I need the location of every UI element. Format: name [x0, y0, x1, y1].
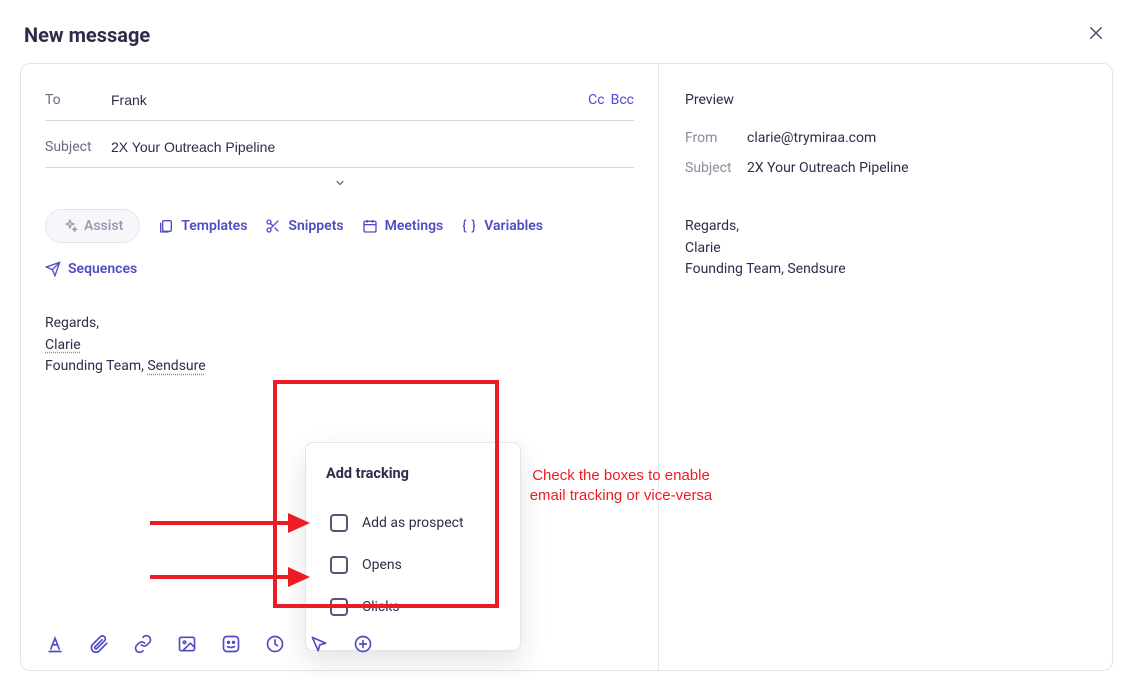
link-icon [133, 634, 153, 654]
track-opens-option[interactable]: Opens [326, 544, 500, 586]
tracking-popover: Add tracking Add as prospect Opens Click… [305, 442, 521, 651]
subject-row: Subject [45, 131, 634, 168]
subject-label: Subject [45, 139, 93, 155]
assist-button[interactable]: Assist [45, 209, 140, 243]
signature-name: Clarie [45, 337, 81, 353]
insert-image-button[interactable] [177, 634, 197, 654]
compose-card: To Cc Bcc Subject Assist Templates [20, 63, 1113, 671]
sequences-label: Sequences [68, 261, 137, 277]
preview-regards: Regards, [685, 216, 1086, 238]
bottom-actionbar [45, 634, 373, 654]
cursor-button[interactable] [309, 634, 329, 654]
templates-label: Templates [181, 218, 247, 234]
paperclip-icon [89, 634, 109, 654]
preview-from-label: From [685, 130, 747, 146]
templates-icon [158, 218, 174, 234]
sparkle-icon [62, 218, 78, 234]
page-title: New message [24, 23, 150, 47]
subject-input[interactable] [111, 139, 634, 155]
calendar-icon [362, 218, 378, 234]
close-icon [1087, 24, 1105, 42]
signature-regards: Regards, [45, 313, 634, 335]
clock-icon [265, 634, 285, 654]
templates-button[interactable]: Templates [158, 218, 247, 234]
send-icon [45, 261, 61, 277]
signature-team: Founding Team, [45, 358, 147, 374]
compose-pane: To Cc Bcc Subject Assist Templates [21, 64, 658, 670]
text-format-icon [45, 634, 65, 654]
track-clicks-label: Clicks [362, 599, 400, 615]
add-as-prospect-label: Add as prospect [362, 515, 464, 531]
insert-toolbar: Assist Templates Snippets Meetings Varia… [45, 195, 634, 285]
email-body[interactable]: Regards, Clarie Founding Team, Sendsure [45, 285, 634, 378]
preview-name: Clarie [685, 238, 1086, 260]
sequences-button[interactable]: Sequences [45, 261, 137, 277]
add-as-prospect-option[interactable]: Add as prospect [326, 502, 500, 544]
to-input[interactable] [111, 92, 570, 108]
chevron-down-icon [334, 177, 346, 189]
checkbox-unchecked-icon[interactable] [330, 514, 348, 532]
attach-button[interactable] [89, 634, 109, 654]
to-label: To [45, 92, 93, 108]
emoji-icon [221, 634, 241, 654]
close-button[interactable] [1083, 20, 1109, 49]
checkbox-unchecked-icon[interactable] [330, 556, 348, 574]
track-clicks-option[interactable]: Clicks [326, 586, 500, 628]
plus-circle-icon [353, 634, 373, 654]
snippets-label: Snippets [288, 218, 343, 234]
schedule-button[interactable] [265, 634, 285, 654]
preview-title: Preview [685, 92, 1086, 108]
track-opens-label: Opens [362, 557, 402, 573]
scissors-icon [265, 218, 281, 234]
tracking-popover-title: Add tracking [326, 465, 500, 482]
meetings-button[interactable]: Meetings [362, 218, 444, 234]
cc-link[interactable]: Cc [588, 92, 604, 108]
preview-body: Regards, Clarie Founding Team, Sendsure [685, 216, 1086, 281]
annotation-callout: Check the boxes to enable email tracking… [516, 466, 726, 507]
preview-subject-value: 2X Your Outreach Pipeline [747, 160, 909, 176]
preview-founding: Founding Team, Sendsure [685, 259, 1086, 281]
assist-label: Assist [84, 218, 123, 234]
braces-icon [461, 218, 477, 234]
text-format-button[interactable] [45, 634, 65, 654]
collapse-toggle[interactable] [45, 168, 634, 195]
signature-company: Sendsure [147, 358, 205, 374]
insert-emoji-button[interactable] [221, 634, 241, 654]
variables-button[interactable]: Variables [461, 218, 543, 234]
preview-from-value: clarie@trymiraa.com [747, 130, 876, 146]
checkbox-unchecked-icon[interactable] [330, 598, 348, 616]
bcc-link[interactable]: Bcc [611, 92, 634, 108]
cursor-icon [309, 634, 329, 654]
preview-subject-label: Subject [685, 160, 747, 176]
variables-label: Variables [484, 218, 543, 234]
insert-link-button[interactable] [133, 634, 153, 654]
image-icon [177, 634, 197, 654]
snippets-button[interactable]: Snippets [265, 218, 343, 234]
more-insert-button[interactable] [353, 634, 373, 654]
to-row: To Cc Bcc [45, 84, 634, 121]
meetings-label: Meetings [385, 218, 444, 234]
preview-pane: Preview From clarie@trymiraa.com Subject… [658, 64, 1112, 670]
